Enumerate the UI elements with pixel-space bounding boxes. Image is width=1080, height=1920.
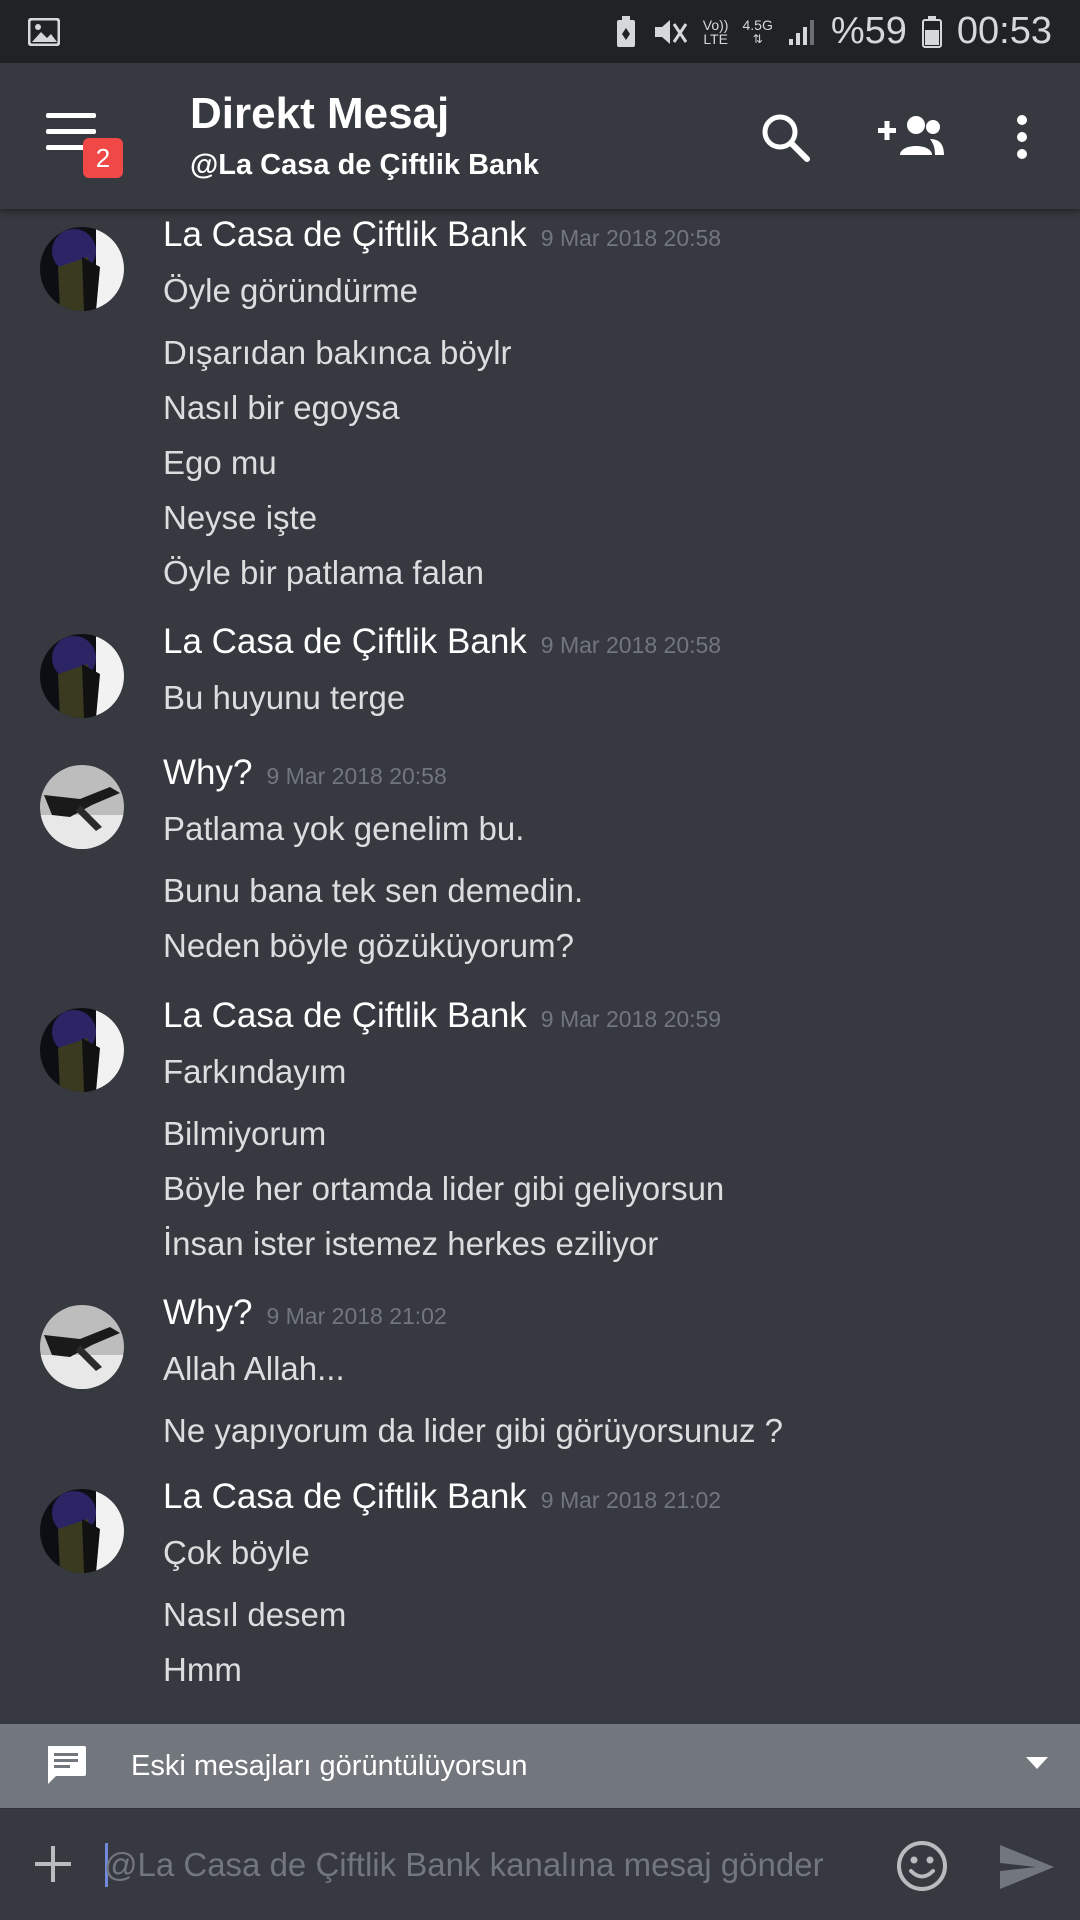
author-name[interactable]: Why? — [163, 1293, 252, 1332]
caret-down-icon[interactable] — [1026, 1757, 1048, 1769]
send-icon[interactable] — [998, 1843, 1056, 1891]
network-gen-label: 4.5G — [742, 16, 773, 33]
channel-name: @La Casa de Çiftlik Bank — [190, 149, 539, 181]
author-name[interactable]: La Casa de Çiftlik Bank — [163, 622, 527, 661]
avatar[interactable] — [40, 765, 124, 849]
timestamp: 9 Mar 2018 21:02 — [540, 1487, 722, 1513]
gallery-icon — [28, 17, 60, 46]
message-text[interactable]: Farkındayım — [163, 1053, 346, 1091]
network-gen-indicator: 4.5G ⇅ — [742, 16, 773, 46]
message-text[interactable]: Çok böyle — [163, 1534, 310, 1572]
message-text[interactable]: Bu huyunu terge — [163, 679, 405, 717]
message-author[interactable]: Why? 9 Mar 2018 21:02 — [163, 1293, 447, 1333]
volte-indicator: Vo)) LTE — [703, 18, 729, 46]
message-text[interactable]: Böyle her ortamda lider gibi geliyorsun — [163, 1170, 724, 1208]
message-text[interactable]: Nasıl bir egoysa — [163, 389, 400, 427]
message-text[interactable]: Öyle bir patlama falan — [163, 554, 484, 592]
chat-bubble-icon — [44, 1744, 88, 1788]
timestamp: 9 Mar 2018 20:58 — [266, 763, 447, 789]
author-name[interactable]: La Casa de Çiftlik Bank — [163, 1477, 527, 1516]
author-name[interactable]: La Casa de Çiftlik Bank — [163, 215, 527, 254]
timestamp: 9 Mar 2018 20:58 — [540, 632, 722, 658]
message-list[interactable]: La Casa de Çiftlik Bank 9 Mar 2018 20:58 … — [0, 209, 1080, 1724]
message-author[interactable]: La Casa de Çiftlik Bank 9 Mar 2018 20:58 — [163, 215, 721, 255]
avatar[interactable] — [40, 1008, 124, 1092]
timestamp: 9 Mar 2018 20:59 — [540, 1006, 722, 1032]
battery-percent: %59 — [830, 10, 907, 52]
message-text[interactable]: Ego mu — [163, 444, 277, 482]
channel-header: 2 Direkt Mesaj @La Casa de Çiftlik Bank — [0, 63, 1080, 209]
message-text[interactable]: Hmm — [163, 1651, 242, 1689]
add-friend-icon[interactable] — [878, 107, 944, 167]
hamburger-menu-icon[interactable]: 2 — [46, 113, 123, 178]
avatar[interactable] — [40, 1489, 124, 1573]
avatar[interactable] — [40, 227, 124, 311]
message-author[interactable]: La Casa de Çiftlik Bank 9 Mar 2018 20:59 — [163, 996, 721, 1036]
battery-saver-icon — [613, 15, 639, 48]
avatar[interactable] — [40, 634, 124, 718]
battery-icon — [921, 15, 943, 48]
plus-icon[interactable] — [30, 1841, 76, 1887]
message-text[interactable]: Neden böyle gözüküyorum? — [163, 927, 574, 965]
message-text[interactable]: Bilmiyorum — [163, 1115, 326, 1153]
volte-label: Vo)) — [702, 16, 729, 33]
old-messages-text: Eski mesajları görüntülüyorsun — [131, 1749, 528, 1782]
message-text[interactable]: İnsan ister istemez herkes eziliyor — [163, 1225, 658, 1263]
header-titles: Direkt Mesaj @La Casa de Çiftlik Bank — [190, 89, 539, 182]
notification-badge: 2 — [83, 138, 123, 178]
message-text[interactable]: Patlama yok genelim bu. — [163, 810, 524, 848]
page-title: Direkt Mesaj — [190, 89, 450, 138]
message-text[interactable]: Dışarıdan bakınca böylr — [163, 334, 512, 372]
more-vertical-icon[interactable] — [1000, 107, 1044, 167]
timestamp: 9 Mar 2018 20:58 — [540, 225, 722, 251]
clock: 00:53 — [956, 10, 1052, 52]
mute-icon — [653, 16, 689, 48]
message-input[interactable] — [104, 1837, 874, 1893]
message-author[interactable]: Why? 9 Mar 2018 20:58 — [163, 753, 447, 793]
lte-label: LTE — [703, 30, 728, 47]
message-author[interactable]: La Casa de Çiftlik Bank 9 Mar 2018 21:02 — [163, 1477, 721, 1517]
author-name[interactable]: Why? — [163, 753, 252, 792]
message-composer — [0, 1808, 1080, 1920]
avatar[interactable] — [40, 1305, 124, 1389]
message-text[interactable]: Neyse işte — [163, 499, 317, 537]
status-bar: Vo)) LTE 4.5G ⇅ %59 00:53 — [0, 0, 1080, 63]
old-messages-banner[interactable]: Eski mesajları görüntülüyorsun — [0, 1724, 1080, 1808]
author-name[interactable]: La Casa de Çiftlik Bank — [163, 996, 527, 1035]
message-text[interactable]: Allah Allah... — [163, 1350, 345, 1388]
search-icon[interactable] — [755, 107, 815, 167]
message-author[interactable]: La Casa de Çiftlik Bank 9 Mar 2018 20:58 — [163, 622, 721, 662]
signal-icon — [787, 16, 817, 48]
emoji-icon[interactable] — [895, 1839, 949, 1893]
message-text[interactable]: Ne yapıyorum da lider gibi görüyorsunuz … — [163, 1412, 783, 1450]
message-text[interactable]: Öyle göründürme — [163, 272, 418, 310]
message-text[interactable]: Nasıl desem — [163, 1596, 346, 1634]
timestamp: 9 Mar 2018 21:02 — [266, 1303, 447, 1329]
message-text[interactable]: Bunu bana tek sen demedin. — [163, 872, 583, 910]
